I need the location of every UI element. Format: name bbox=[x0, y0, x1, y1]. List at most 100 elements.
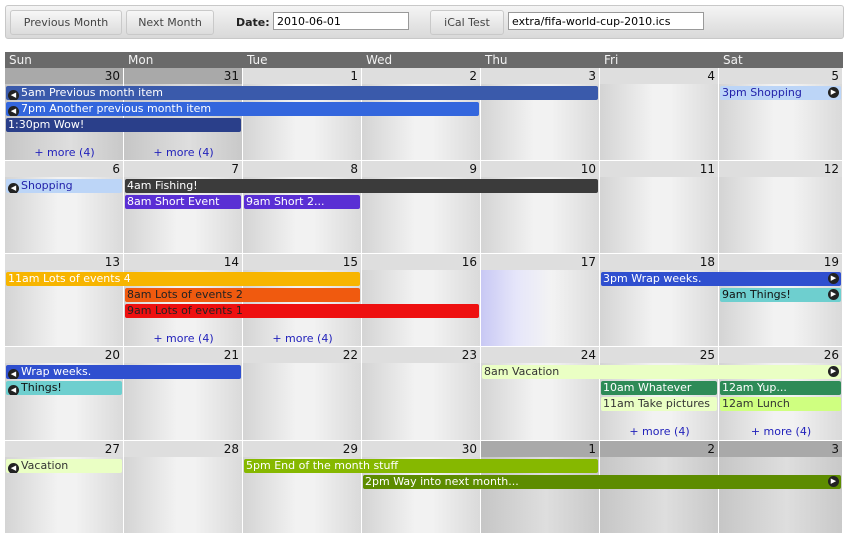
day-number: 4 bbox=[600, 68, 718, 84]
event-bar[interactable]: 12am Lunch bbox=[720, 397, 841, 411]
day-cell[interactable]: 22 bbox=[243, 347, 361, 440]
day-cell[interactable]: 29 bbox=[243, 441, 361, 533]
day-number: 19 bbox=[719, 254, 842, 270]
day-number: 24 bbox=[481, 347, 599, 363]
more-events-link[interactable]: + more (4) bbox=[5, 146, 124, 160]
day-number: 6 bbox=[5, 161, 123, 177]
arrow-right-icon: ▶ bbox=[828, 366, 839, 377]
more-events-link[interactable]: + more (4) bbox=[719, 425, 843, 439]
weekday-header: Thu bbox=[481, 52, 600, 68]
calendar-month-view: Sun Mon Tue Wed Thu Fri Sat 30 31 1 2 3 4 5 6 7 8 9 10 11 12… bbox=[5, 52, 843, 534]
day-number: 18 bbox=[600, 254, 718, 270]
event-bar[interactable]: ◀ Things! bbox=[6, 381, 122, 395]
event-bar[interactable]: ◀ Vacation bbox=[6, 459, 122, 473]
day-cell[interactable]: 21 bbox=[124, 347, 242, 440]
day-number: 31 bbox=[124, 68, 242, 84]
event-title: 3pm Wrap weeks. bbox=[603, 272, 702, 285]
event-bar[interactable]: 3pm Wrap weeks. ▶ bbox=[601, 272, 841, 286]
event-bar[interactable]: ◀ Wrap weeks. bbox=[6, 365, 241, 379]
next-month-button[interactable]: Next Month bbox=[126, 10, 214, 35]
arrow-left-icon: ◀ bbox=[8, 369, 19, 379]
event-title: 9am Short 2... bbox=[246, 195, 325, 208]
day-number: 16 bbox=[362, 254, 480, 270]
event-bar[interactable]: 2pm Way into next month... ▶ bbox=[363, 475, 841, 489]
event-bar[interactable]: 1:30pm Wow! bbox=[6, 118, 241, 132]
arrow-left-icon: ◀ bbox=[8, 106, 19, 116]
event-bar[interactable]: ◀ 5am Previous month item bbox=[6, 86, 598, 100]
event-title: 10am Whatever bbox=[603, 381, 692, 394]
arrow-left-icon: ◀ bbox=[8, 90, 19, 100]
day-cell[interactable]: 11 bbox=[600, 161, 718, 253]
more-events-link[interactable]: + more (4) bbox=[124, 146, 243, 160]
date-input[interactable]: 2010-06-01 bbox=[273, 12, 409, 30]
event-bar[interactable]: ◀ Shopping bbox=[6, 179, 122, 193]
day-number: 15 bbox=[243, 254, 361, 270]
event-title: 9am Things! bbox=[722, 288, 791, 301]
event-bar[interactable]: 9am Things! ▶ bbox=[720, 288, 841, 302]
event-bar[interactable]: 11am Take pictures bbox=[601, 397, 717, 411]
weekday-header: Mon bbox=[124, 52, 243, 68]
day-cell[interactable]: 4 bbox=[600, 68, 718, 160]
event-title: Things! bbox=[21, 381, 62, 394]
day-number: 26 bbox=[719, 347, 842, 363]
day-number: 12 bbox=[719, 161, 842, 177]
day-cell[interactable]: 18 bbox=[600, 254, 718, 346]
event-title: 11am Lots of events 4 bbox=[8, 272, 131, 285]
day-cell[interactable]: 16 bbox=[362, 254, 480, 346]
day-cell[interactable]: 3 bbox=[481, 68, 599, 160]
ical-file-input[interactable]: extra/fifa-world-cup-2010.ics bbox=[508, 12, 704, 30]
event-bar[interactable]: 12am Yup... bbox=[720, 381, 841, 395]
event-title: 11am Take pictures bbox=[603, 397, 710, 410]
event-bar[interactable]: 8am Short Event bbox=[125, 195, 241, 209]
event-title: 12am Lunch bbox=[722, 397, 790, 410]
event-title: 2pm Way into next month... bbox=[365, 475, 519, 488]
day-cell[interactable]: 12 bbox=[719, 161, 842, 253]
event-bar[interactable]: 10am Whatever bbox=[601, 381, 717, 395]
day-number: 2 bbox=[362, 68, 480, 84]
day-number: 3 bbox=[481, 68, 599, 84]
toolbar: Previous Month Next Month Date: 2010-06-… bbox=[5, 5, 844, 39]
day-number: 10 bbox=[481, 161, 599, 177]
day-cell[interactable]: 27 bbox=[5, 441, 123, 533]
previous-month-button[interactable]: Previous Month bbox=[10, 10, 122, 35]
weekday-header: Sun bbox=[5, 52, 124, 68]
day-cell[interactable]: 28 bbox=[124, 441, 242, 533]
event-bar[interactable]: ◀ 7pm Another previous month item bbox=[6, 102, 479, 116]
more-events-link[interactable]: + more (4) bbox=[243, 332, 362, 346]
event-bar[interactable]: 4am Fishing! bbox=[125, 179, 598, 193]
event-title: 8am Vacation bbox=[484, 365, 560, 378]
day-number: 22 bbox=[243, 347, 361, 363]
event-bar[interactable]: 11am Lots of events 4 bbox=[6, 272, 360, 286]
day-number: 30 bbox=[362, 441, 480, 457]
day-number: 28 bbox=[124, 441, 242, 457]
day-number: 23 bbox=[362, 347, 480, 363]
day-cell[interactable]: 13 bbox=[5, 254, 123, 346]
event-title: Shopping bbox=[21, 179, 73, 192]
event-bar[interactable]: 8am Vacation ▶ bbox=[482, 365, 841, 379]
day-number: 17 bbox=[481, 254, 599, 270]
event-bar[interactable]: 5pm End of the month stuff bbox=[244, 459, 598, 473]
event-bar[interactable]: 8am Lots of events 2 bbox=[125, 288, 360, 302]
day-number: 30 bbox=[5, 68, 123, 84]
day-number: 20 bbox=[5, 347, 123, 363]
event-title: 5am Previous month item bbox=[21, 86, 163, 99]
event-bar[interactable]: 3pm Shopping ▶ bbox=[720, 86, 841, 100]
day-cell[interactable]: 5 bbox=[719, 68, 842, 160]
day-cell[interactable]: 24 bbox=[481, 347, 599, 440]
event-bar[interactable]: 9am Short 2... bbox=[244, 195, 360, 209]
more-events-link[interactable]: + more (4) bbox=[600, 425, 719, 439]
ical-test-button[interactable]: iCal Test bbox=[430, 10, 504, 35]
event-title: Wrap weeks. bbox=[21, 365, 92, 378]
day-number: 8 bbox=[243, 161, 361, 177]
day-cell[interactable]: 23 bbox=[362, 347, 480, 440]
more-events-link[interactable]: + more (4) bbox=[124, 332, 243, 346]
event-bar[interactable]: 9am Lots of events 1 bbox=[125, 304, 479, 318]
day-cell[interactable]: 6 bbox=[5, 161, 123, 253]
day-cell[interactable]: 10 bbox=[481, 161, 599, 253]
day-cell[interactable]: 17 bbox=[481, 254, 599, 346]
event-title: 1:30pm Wow! bbox=[8, 118, 85, 131]
day-number: 29 bbox=[243, 441, 361, 457]
day-number: 1 bbox=[243, 68, 361, 84]
day-cell[interactable]: 9 bbox=[362, 161, 480, 253]
weekday-header: Wed bbox=[362, 52, 481, 68]
